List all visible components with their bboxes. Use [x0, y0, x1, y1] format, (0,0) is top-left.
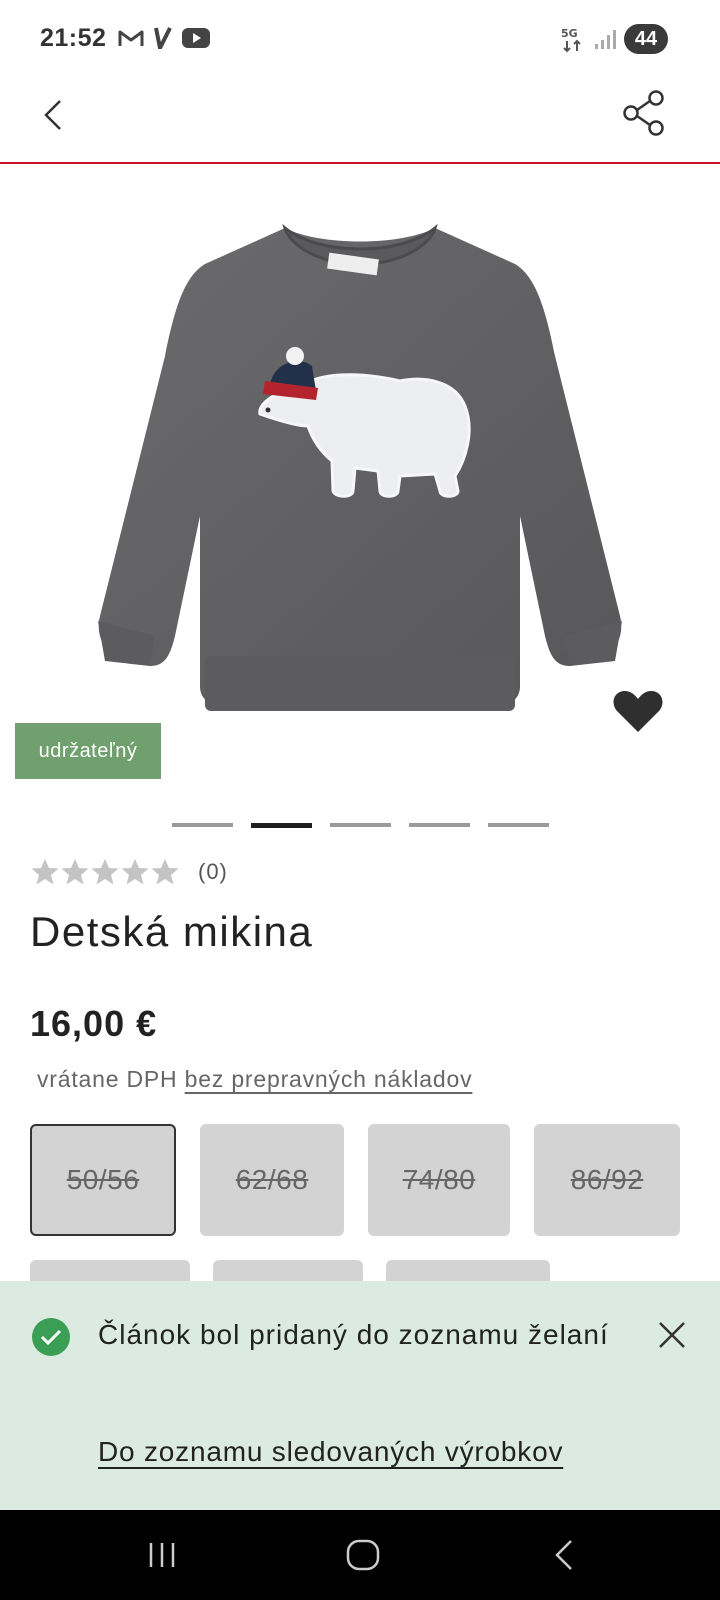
star-icon — [91, 859, 119, 885]
star-icon — [31, 859, 59, 885]
star-icon — [121, 859, 149, 885]
carousel-dot[interactable] — [172, 823, 233, 827]
share-button[interactable] — [618, 86, 672, 140]
star-icon — [61, 859, 89, 885]
network-5g-icon: 5G — [561, 27, 581, 53]
notification-icons — [118, 27, 210, 49]
rating-count: (0) — [198, 859, 228, 884]
close-icon[interactable] — [654, 1317, 690, 1353]
status-bar: 21:52 5G 44 — [0, 0, 720, 80]
battery-indicator: 44 — [624, 24, 668, 54]
wishlist-toast: Článok bol pridaný do zoznamu želaní Do … — [0, 1281, 720, 1510]
gmail-icon — [118, 30, 144, 46]
size-option[interactable]: 74/80 — [368, 1124, 510, 1236]
youtube-icon — [182, 28, 210, 48]
carousel-dot[interactable] — [409, 823, 470, 827]
carousel-dot-active[interactable] — [251, 823, 312, 828]
heart-icon[interactable] — [612, 688, 664, 734]
recent-apps-icon — [149, 1543, 175, 1567]
toast-message: Článok bol pridaný do zoznamu želaní — [98, 1319, 609, 1350]
wishlist-link[interactable]: Do zoznamu sledovaných výrobkov — [98, 1436, 563, 1468]
size-selector: 50/56 62/68 74/80 86/92 — [30, 1124, 690, 1300]
home-icon — [346, 1539, 380, 1571]
tax-line: vrátane DPH bez prepravných nákladov — [37, 1066, 472, 1093]
carousel-indicators — [172, 823, 549, 828]
system-back-button[interactable] — [504, 1510, 624, 1600]
product-price: 16,00 € — [30, 1003, 158, 1044]
signal-icon — [595, 30, 616, 49]
carousel-dot[interactable] — [330, 823, 391, 827]
size-option[interactable]: 86/92 — [534, 1124, 680, 1236]
tax-text: vrátane DPH — [37, 1066, 178, 1092]
system-icons: 5G 44 — [560, 24, 668, 54]
size-option[interactable]: 50/56 — [30, 1124, 176, 1236]
recent-apps-button[interactable] — [102, 1510, 222, 1600]
v-app-icon — [154, 27, 172, 49]
shipping-link[interactable]: bez prepravných nákladov — [185, 1066, 473, 1092]
check-circle-icon — [32, 1318, 70, 1356]
back-icon — [555, 1540, 572, 1570]
back-button[interactable] — [30, 92, 76, 138]
product-image — [98, 223, 622, 711]
star-icon — [151, 859, 179, 885]
svg-text:5G: 5G — [561, 27, 578, 40]
app-header — [0, 80, 720, 164]
size-option[interactable]: 62/68 — [200, 1124, 344, 1236]
home-button[interactable] — [303, 1510, 423, 1600]
chevron-left-icon — [44, 100, 61, 130]
system-nav-bar — [0, 1510, 720, 1600]
status-time: 21:52 — [40, 24, 107, 52]
carousel-dot[interactable] — [488, 823, 549, 827]
sustainable-badge: udržateľný — [15, 723, 161, 779]
rating[interactable]: (0) — [30, 857, 228, 887]
product-title: Detská mikina — [30, 908, 314, 955]
product-gallery[interactable]: udržateľný — [0, 166, 720, 826]
share-icon — [623, 90, 664, 136]
